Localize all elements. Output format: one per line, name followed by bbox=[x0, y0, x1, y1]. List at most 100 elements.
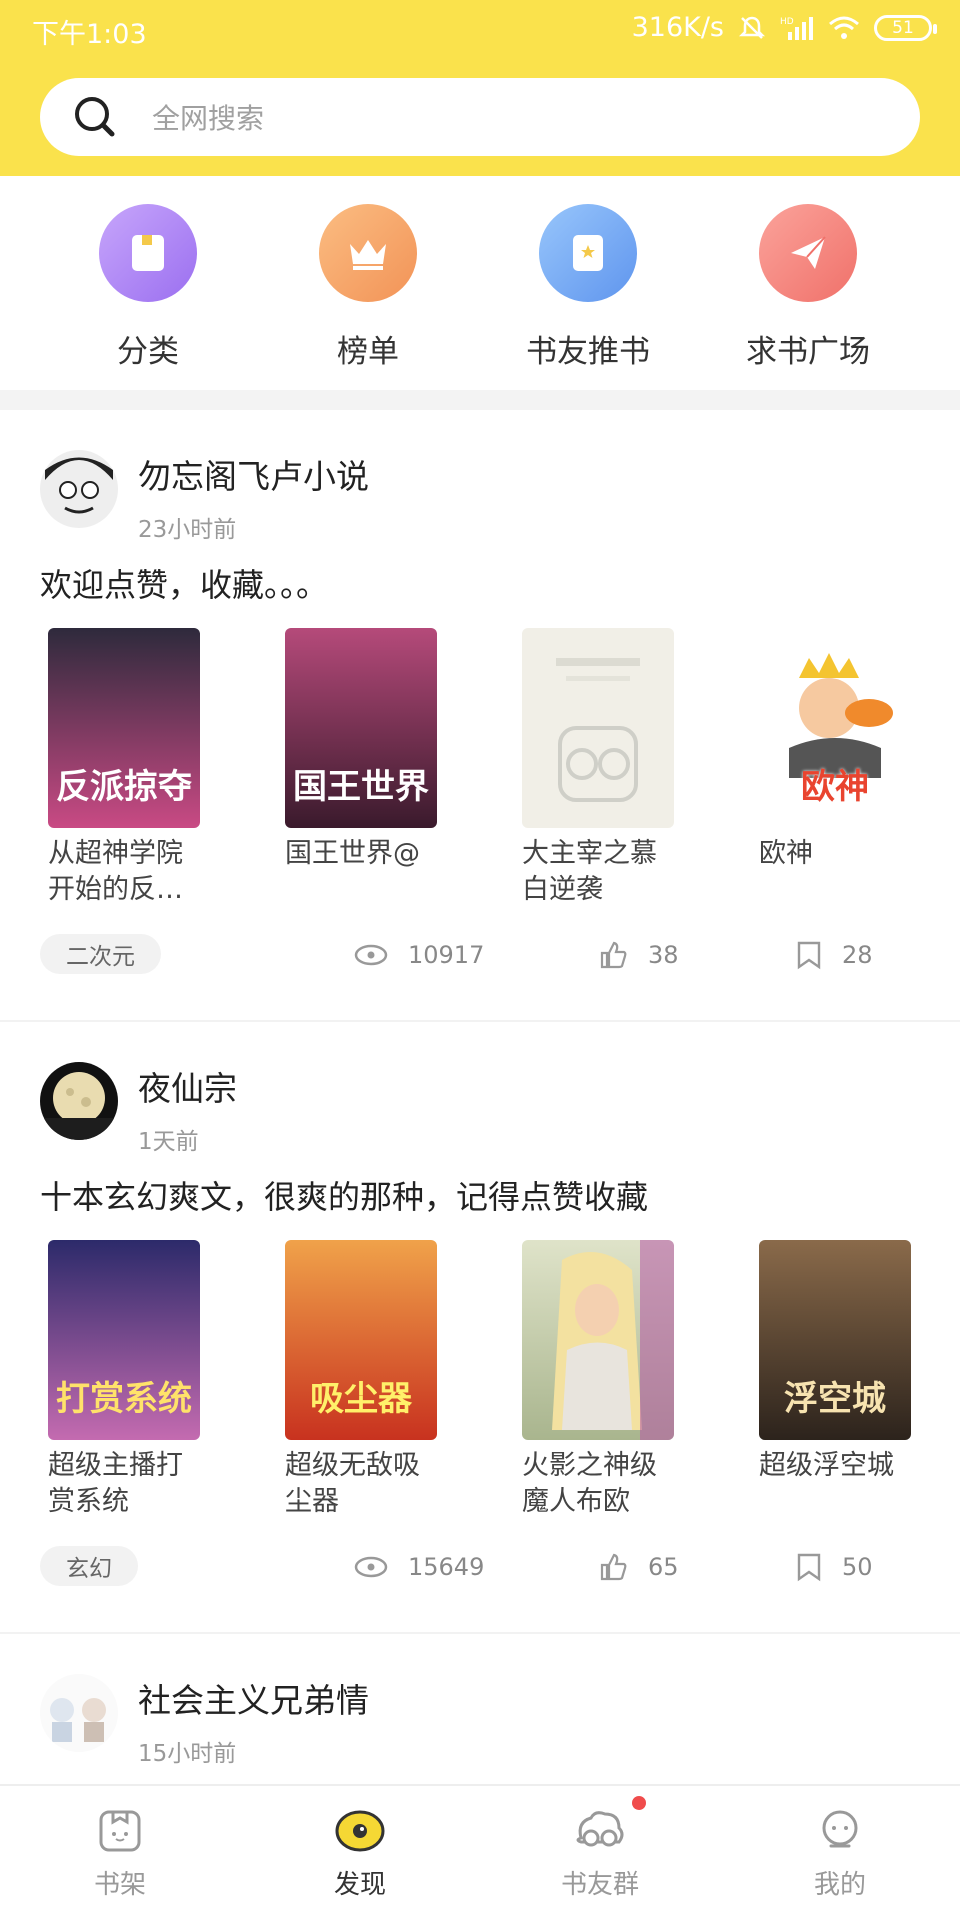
book-item[interactable]: 浮空城 超级浮空城 bbox=[759, 1240, 911, 1520]
book-title: 超级主播打赏系统 bbox=[48, 1450, 183, 1517]
wifi-icon bbox=[829, 16, 859, 39]
nav-recommend-label: 书友推书 bbox=[526, 334, 650, 370]
notification-badge bbox=[632, 1796, 646, 1810]
nav-request-label: 求书广场 bbox=[746, 334, 870, 370]
svg-text:HD: HD bbox=[780, 17, 794, 27]
nav-ranking[interactable]: 榜单 bbox=[258, 176, 478, 390]
discover-eye-icon bbox=[335, 1810, 385, 1852]
book-cover-text: 欧神 bbox=[801, 767, 869, 808]
book-title: 大主宰之慕白逆袭 bbox=[522, 838, 657, 905]
view-count-value: 10917 bbox=[408, 941, 485, 969]
book-cover-text: 国王世界 bbox=[293, 767, 429, 808]
book-cover-text: 打赏系统 bbox=[56, 1379, 192, 1420]
post-tag[interactable]: 二次元 bbox=[40, 934, 161, 974]
like-button[interactable]: 38 bbox=[598, 934, 679, 976]
quick-nav: 分类 榜单 书友推书 求书广场 bbox=[0, 176, 960, 390]
book-cover: 打赏系统 bbox=[48, 1240, 200, 1440]
mute-icon bbox=[738, 16, 766, 39]
character-cover-art bbox=[552, 1240, 674, 1440]
post-text: 欢迎点赞，收藏。。。 bbox=[40, 566, 329, 604]
avatar[interactable] bbox=[40, 1062, 118, 1140]
like-count: 65 bbox=[648, 1553, 679, 1581]
view-count: 15649 bbox=[354, 1546, 484, 1588]
section-separator bbox=[0, 390, 960, 410]
book-cover: 国王世界 bbox=[285, 628, 437, 828]
view-count: 10917 bbox=[354, 934, 484, 976]
eye-icon bbox=[354, 944, 388, 966]
book-item[interactable]: 大主宰之慕白逆袭 bbox=[522, 628, 674, 908]
nav-ranking-label: 榜单 bbox=[337, 334, 399, 370]
bookshelf-icon bbox=[99, 1810, 141, 1852]
like-count: 38 bbox=[648, 941, 679, 969]
post-author[interactable]: 勿忘阁飞卢小说 bbox=[138, 450, 369, 498]
header-bar: 下午1:03 316K/s HD 51 全网搜索 bbox=[0, 0, 960, 176]
post-card[interactable]: 夜仙宗 1天前 十本玄幻爽文，很爽的那种，记得点赞收藏 打赏系统 超级主播打赏系… bbox=[0, 1022, 960, 1632]
avatar[interactable] bbox=[40, 450, 118, 528]
battery-level: 51 bbox=[892, 17, 914, 38]
tab-bookshelf[interactable]: 书架 bbox=[0, 1786, 240, 1920]
tab-discover[interactable]: 发现 bbox=[240, 1786, 480, 1920]
bottom-nav: 书架 发现 书友群 我的 bbox=[0, 1784, 960, 1920]
bookmark-icon bbox=[539, 204, 637, 302]
category-icon bbox=[99, 204, 197, 302]
post-author[interactable]: 夜仙宗 bbox=[138, 1062, 237, 1110]
book-list: 反派掠夺 从超神学院开始的反… 国王世界 国王世界@ 大主宰之慕白逆袭 欧神 欧… bbox=[48, 628, 911, 908]
tab-profile-label: 我的 bbox=[813, 1870, 866, 1900]
eye-icon bbox=[354, 1556, 388, 1578]
book-cover-text: 浮空城 bbox=[784, 1379, 886, 1420]
book-item[interactable]: 反派掠夺 从超神学院开始的反… bbox=[48, 628, 200, 908]
book-item[interactable]: 吸尘器 超级无敌吸尘器 bbox=[285, 1240, 437, 1520]
tab-bookshelf-label: 书架 bbox=[93, 1870, 146, 1900]
book-cover: 浮空城 bbox=[759, 1240, 911, 1440]
search-icon bbox=[75, 97, 115, 137]
book-cover-text: 吸尘器 bbox=[310, 1379, 412, 1420]
post-text: 十本玄幻爽文，很爽的那种，记得点赞收藏 bbox=[40, 1178, 649, 1216]
crown-icon bbox=[319, 204, 417, 302]
bookmark-outline-icon bbox=[797, 941, 821, 970]
nav-request[interactable]: 求书广场 bbox=[698, 176, 918, 390]
nav-category[interactable]: 分类 bbox=[38, 176, 258, 390]
thumbs-up-icon bbox=[600, 1553, 627, 1581]
search-placeholder: 全网搜索 bbox=[152, 102, 265, 135]
post-card[interactable]: 社会主义兄弟情 15小时前 bbox=[0, 1634, 960, 1784]
network-speed: 316K/s bbox=[631, 12, 724, 43]
search-bar[interactable]: 全网搜索 bbox=[40, 78, 920, 156]
status-bar: 下午1:03 316K/s HD 51 bbox=[0, 0, 960, 60]
book-item[interactable]: 火影之神级魔人布欧 bbox=[522, 1240, 674, 1520]
like-button[interactable]: 65 bbox=[598, 1546, 679, 1588]
group-icon bbox=[576, 1811, 624, 1847]
paper-plane-icon bbox=[759, 204, 857, 302]
nav-category-label: 分类 bbox=[117, 334, 179, 370]
post-card[interactable]: 勿忘阁飞卢小说 23小时前 欢迎点赞，收藏。。。 反派掠夺 从超神学院开始的反…… bbox=[0, 410, 960, 1020]
book-item[interactable]: 打赏系统 超级主播打赏系统 bbox=[48, 1240, 200, 1520]
placeholder-cover-icon bbox=[556, 658, 640, 802]
avatar[interactable] bbox=[40, 1674, 118, 1752]
book-title: 超级浮空城 bbox=[759, 1450, 894, 1481]
tab-groups-label: 书友群 bbox=[560, 1870, 639, 1900]
post-tag[interactable]: 玄幻 bbox=[40, 1546, 138, 1586]
view-count-value: 15649 bbox=[408, 1553, 485, 1581]
book-cover bbox=[522, 1240, 674, 1440]
book-item[interactable]: 国王世界 国王世界@ bbox=[285, 628, 437, 908]
save-button[interactable]: 28 bbox=[796, 934, 873, 976]
book-cover bbox=[522, 628, 674, 828]
book-title: 火影之神级魔人布欧 bbox=[522, 1450, 657, 1517]
book-title: 欧神 bbox=[759, 838, 813, 869]
thumbs-up-icon bbox=[600, 941, 627, 969]
tab-groups[interactable]: 书友群 bbox=[480, 1786, 720, 1920]
battery-icon: 51 bbox=[874, 14, 937, 41]
nav-recommend[interactable]: 书友推书 bbox=[478, 176, 698, 390]
book-cover: 欧神 bbox=[759, 628, 911, 828]
post-time: 1天前 bbox=[138, 1129, 199, 1155]
status-time: 下午1:03 bbox=[32, 19, 147, 50]
save-count: 28 bbox=[842, 941, 873, 969]
tab-profile[interactable]: 我的 bbox=[720, 1786, 960, 1920]
post-author[interactable]: 社会主义兄弟情 bbox=[138, 1674, 369, 1722]
post-time: 23小时前 bbox=[138, 517, 237, 543]
book-title: 从超神学院开始的反… bbox=[48, 838, 183, 905]
book-title: 国王世界@ bbox=[285, 838, 420, 869]
book-item[interactable]: 欧神 欧神 bbox=[759, 628, 911, 908]
book-list: 打赏系统 超级主播打赏系统 吸尘器 超级无敌吸尘器 火影之神级魔人布欧 浮空城 … bbox=[48, 1240, 911, 1520]
save-button[interactable]: 50 bbox=[796, 1546, 873, 1588]
book-cover-text: 反派掠夺 bbox=[56, 767, 192, 808]
